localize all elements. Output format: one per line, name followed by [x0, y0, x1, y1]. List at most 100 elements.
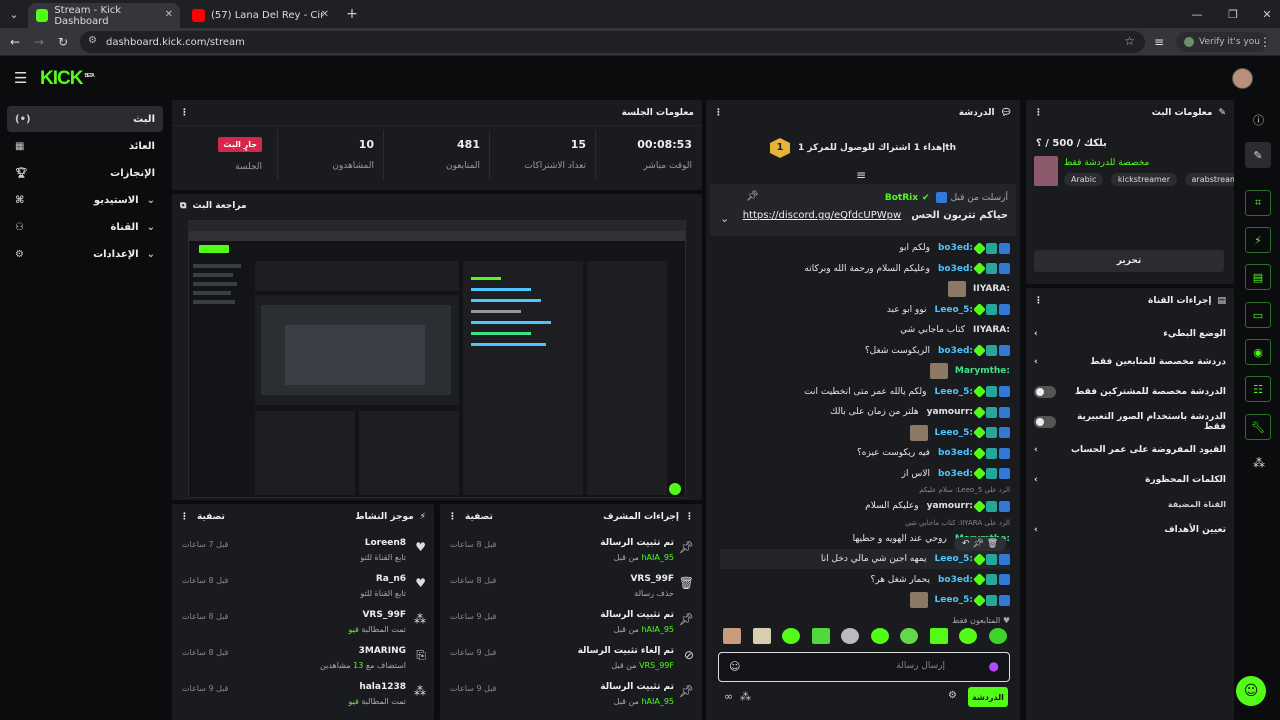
emote-icon[interactable]	[752, 628, 771, 644]
moderator-name[interactable]: hAIA_95	[641, 553, 674, 562]
chat-username[interactable]: bo3ed:	[938, 575, 973, 585]
pinned-link[interactable]: https://discord.gg/eQfdcUPWpw	[743, 210, 901, 221]
chat-username[interactable]: Leeo_5:	[935, 428, 974, 438]
send-chat-button[interactable]: الدردشة	[968, 687, 1008, 707]
kebab-menu-icon[interactable]: ⋮	[1034, 296, 1043, 306]
emote-icon[interactable]	[988, 628, 1007, 644]
chat-username[interactable]: bo3ed:	[938, 448, 973, 458]
points-icon[interactable]: ⁂	[1253, 456, 1265, 470]
chat-message[interactable]: bo3ed: ولكم ابو	[720, 238, 1010, 258]
back-icon[interactable]: ←	[6, 33, 24, 51]
edit-icon[interactable]: ✎	[1245, 142, 1271, 168]
chat-message[interactable]: Leeo_5: يمهه اجين شي مالي دخل انا ↶ 📌︎ 🗑︎	[720, 537, 1010, 569]
sidebar-item-stream[interactable]: (•) البث	[7, 106, 163, 132]
kebab-menu-icon[interactable]: ⋮	[448, 512, 457, 522]
username[interactable]: Ra_n6	[376, 574, 406, 584]
chat-message[interactable]: yamourr: وعليكم السلام	[720, 496, 1010, 516]
emote-icon[interactable]	[900, 628, 919, 644]
pinned-user[interactable]: BotRix	[885, 193, 918, 203]
chat-message[interactable]: IIYARA: كتاب ماجابي شي	[720, 320, 1010, 340]
chat-message[interactable]: bo3ed: فيه ريكوست عيزه؟	[720, 443, 1010, 463]
verify-identity-button[interactable]: Verify it's you	[1176, 32, 1268, 52]
user-avatar[interactable]	[1232, 68, 1253, 89]
chat-message[interactable]: Leeo_5: ولكم يالله عمر متى انخطيت انت	[720, 382, 1010, 402]
emoji-picker-icon[interactable]: ☺	[729, 660, 740, 673]
sidebar-item-channel[interactable]: ⚇ القناة ⌄	[7, 214, 163, 240]
chat-message[interactable]: bo3ed: وعليكم السلام ورحمة الله وبركاته	[720, 259, 1010, 279]
close-icon[interactable]: ✕	[165, 9, 173, 20]
chat-message[interactable]: bo3ed: الريكوست شغل؟	[720, 341, 1010, 361]
chat-username[interactable]: Marymthe:	[955, 366, 1010, 376]
kebab-menu-icon[interactable]: ⋮	[180, 108, 189, 118]
chat-input[interactable]: ☺ إرسال رسالة ●	[718, 652, 1010, 682]
emote-icon[interactable]	[723, 628, 741, 644]
chat-username[interactable]: Leeo_5:	[935, 387, 974, 397]
clip-icon[interactable]: ⌗	[1245, 190, 1271, 216]
chat-username[interactable]: bo3ed:	[938, 469, 973, 479]
reading-list-icon[interactable]: ≡	[1150, 33, 1168, 51]
sidebar-item-revenue[interactable]: ▦ العائد	[7, 133, 163, 159]
username[interactable]: Loreen8	[365, 538, 406, 548]
moderator-name[interactable]: VRS_99F	[639, 661, 674, 670]
username[interactable]: VRS_99F	[362, 610, 406, 620]
chat-username[interactable]: Leeo_5:	[935, 554, 974, 564]
points-icon[interactable]: ⁂	[740, 690, 751, 703]
slow-mode-row[interactable]: الوضع البطيء ›	[1034, 320, 1226, 348]
emote-icon[interactable]	[929, 628, 948, 644]
kebab-menu-icon[interactable]: ⋮	[685, 512, 694, 522]
chat-message[interactable]: bo3ed: يحمار شغل هر؟	[720, 570, 1010, 590]
username[interactable]: 3MARING	[359, 646, 406, 656]
minimize-icon[interactable]: —	[1180, 0, 1214, 28]
chat-message[interactable]: yamourr: هلتر من زمان على بالك	[720, 402, 1010, 422]
lightning-icon[interactable]: ⚡︎	[1245, 227, 1271, 253]
chat-message[interactable]: Leeo_5:	[720, 423, 1010, 443]
chat-message[interactable]: Leeo_5: نوو ابو عبد	[720, 300, 1010, 320]
chat-message[interactable]: IIYARA:	[720, 279, 1010, 299]
close-icon[interactable]: ✕	[321, 9, 329, 20]
chat-message[interactable]: Marymthe:	[720, 361, 1010, 381]
sidebar-item-settings[interactable]: ⚙ الإعدادات ⌄	[7, 241, 163, 267]
username[interactable]: hala1238	[359, 682, 406, 692]
filter-button[interactable]: تصفية	[197, 512, 225, 522]
forward-icon[interactable]: →	[30, 33, 48, 51]
chat-username[interactable]: Leeo_5:	[935, 305, 974, 315]
kebab-menu-icon[interactable]: ⋮	[180, 512, 189, 522]
banned-words-row[interactable]: الكلمات المحظورة ›	[1034, 466, 1226, 494]
kick-logo[interactable]: KICK BETA	[40, 68, 95, 90]
infinity-icon[interactable]: ∞	[724, 690, 733, 703]
emote-icon[interactable]	[811, 628, 830, 644]
gift-goal[interactable]: 1 إهداء 1 اشتراك للوصول للمركز 1th	[706, 136, 1020, 160]
tab-youtube[interactable]: (57) Lana Del Rey - Cinnamon G ✕	[184, 3, 336, 28]
hamburger-menu-icon[interactable]: ☰	[14, 69, 27, 87]
maximize-icon[interactable]: ❐	[1216, 0, 1250, 28]
wrench-icon[interactable]: 🔧︎	[1245, 414, 1271, 440]
chat-username[interactable]: IIYARA:	[973, 284, 1010, 294]
chevron-down-icon[interactable]: ⌄	[720, 212, 729, 225]
chat-username[interactable]: bo3ed:	[938, 346, 973, 356]
kebab-menu-icon[interactable]: ⋮	[714, 108, 723, 118]
sidebar-item-studio[interactable]: ⌘ الاستيديو ⌄	[7, 187, 163, 213]
tag[interactable]: kickstreamer	[1110, 173, 1178, 186]
set-goals-row[interactable]: تعيين الأهداف ›	[1034, 516, 1226, 544]
bookmark-star-icon[interactable]: ☆	[1124, 34, 1135, 48]
close-window-icon[interactable]: ✕	[1250, 0, 1280, 28]
chat-username[interactable]: bo3ed:	[938, 264, 973, 274]
filter-button[interactable]: تصفية	[465, 512, 493, 522]
action-title[interactable]: VRS_99F	[630, 574, 674, 584]
pin-icon[interactable]: 📌︎	[746, 191, 759, 202]
address-bar[interactable]: ⚙ dashboard.kick.com/stream ☆	[80, 31, 1145, 53]
tag[interactable]: Arabic	[1064, 173, 1104, 186]
microphone-icon[interactable]: ●	[989, 659, 999, 673]
emote-icon[interactable]	[959, 628, 978, 644]
message-actions[interactable]: ↶ 📌︎ 🗑︎	[954, 537, 1007, 551]
chat-username[interactable]: IIYARA:	[973, 325, 1010, 335]
emote-icon[interactable]	[782, 628, 801, 644]
support-icon[interactable]: ☺	[1236, 676, 1266, 706]
chat-settings-icon[interactable]: ⚙	[948, 690, 957, 701]
broadcast-icon[interactable]: ◉	[1245, 339, 1271, 365]
chat-username[interactable]: Leeo_5:	[935, 595, 974, 605]
info-icon[interactable]: ⓘ	[1253, 112, 1264, 128]
tab-kick-dashboard[interactable]: Stream - Kick Dashboard ✕	[28, 3, 180, 28]
subscribers-only-toggle[interactable]	[1034, 386, 1056, 398]
chat-icon[interactable]: ▭	[1245, 302, 1271, 328]
